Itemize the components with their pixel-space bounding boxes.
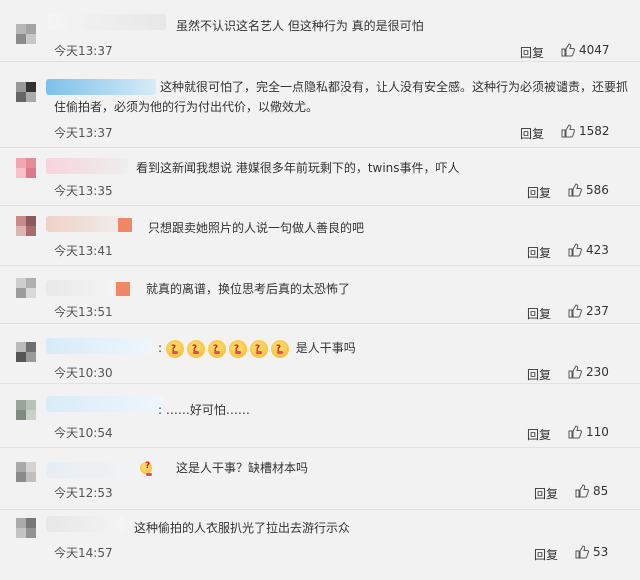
comment-item: 虽然不认识这名艺人 但这种行为 真的是很可怕 今天13:37 回复 4047 xyxy=(0,0,640,62)
avatar[interactable] xyxy=(16,400,36,420)
reply-button[interactable]: 回复 xyxy=(527,305,551,322)
thumbs-up-icon xyxy=(568,183,582,197)
like-count: 110 xyxy=(586,425,609,439)
comment-item: 只想跟卖她照片的人说一句做人善良的吧 今天13:41 回复 423 xyxy=(0,206,640,266)
username[interactable] xyxy=(48,14,166,30)
reply-button[interactable]: 回复 xyxy=(520,44,544,61)
reply-button[interactable]: 回复 xyxy=(527,366,551,383)
comment-list: 虽然不认识这名艺人 但这种行为 真的是很可怕 今天13:37 回复 4047 这… xyxy=(0,0,640,580)
like-button[interactable]: 85 xyxy=(575,484,608,498)
timestamp: 今天13:35 xyxy=(54,184,113,198)
like-button[interactable]: 1582 xyxy=(561,124,610,138)
comment-item: 这种就很可怕了，完全一点隐私都没有，让人没有安全感。这种行为必须被谴责，还要抓 … xyxy=(0,62,640,148)
reply-button[interactable]: 回复 xyxy=(527,184,551,201)
like-button[interactable]: 586 xyxy=(568,183,609,197)
like-button[interactable]: 53 xyxy=(575,545,608,559)
timestamp: 今天13:37 xyxy=(54,44,113,58)
timestamp: 今天12:53 xyxy=(54,486,113,500)
thumbs-up-icon xyxy=(575,484,589,498)
like-count: 85 xyxy=(593,484,609,498)
avatar[interactable] xyxy=(16,82,36,102)
thumbs-up-icon xyxy=(568,365,582,379)
like-count: 423 xyxy=(586,243,609,257)
emoji-icon xyxy=(270,339,289,359)
reply-button[interactable]: 回复 xyxy=(520,125,544,142)
timestamp: 今天13:37 xyxy=(54,126,113,140)
like-count: 1582 xyxy=(579,124,610,138)
timestamp: 今天13:51 xyxy=(54,305,113,319)
emoji-icon xyxy=(165,339,184,359)
username[interactable] xyxy=(46,216,124,232)
like-button[interactable]: 230 xyxy=(568,365,609,379)
comment-text-line-2: 住偷拍者，必须为他的行为付出代价，以儆效尤。 xyxy=(54,100,319,114)
thumbs-up-icon xyxy=(568,243,582,257)
comment-text: 就真的离谱，换位思考后真的太恐怖了 xyxy=(146,282,351,296)
comment-item: : 是人干事吗 今天10:30 回复 230 xyxy=(0,324,640,384)
username[interactable] xyxy=(46,338,152,354)
thumbs-up-icon xyxy=(568,425,582,439)
comment-text: 虽然不认识这名艺人 但这种行为 真的是很可怕 xyxy=(176,19,424,33)
username[interactable] xyxy=(46,280,114,296)
thumbs-up-icon xyxy=(575,545,589,559)
avatar[interactable] xyxy=(16,24,36,44)
comment-item: 看到这新闻我想说 港媒很多年前玩剩下的，twins事件，吓人 今天13:35 回… xyxy=(0,148,640,206)
like-button[interactable]: 423 xyxy=(568,243,609,257)
like-count: 230 xyxy=(586,365,609,379)
avatar[interactable] xyxy=(16,518,36,538)
comment-item: 这是人干事？缺槽材本吗 今天12:53 回复 85 xyxy=(0,448,640,510)
user-badge xyxy=(118,218,132,232)
comment-text-line-1: 这种就很可怕了，完全一点隐私都没有，让人没有安全感。这种行为必须被谴责，还要抓 xyxy=(160,80,629,94)
comment-item: 就真的离谱，换位思考后真的太恐怖了 今天13:51 回复 237 xyxy=(0,266,640,324)
emoji-icon xyxy=(228,339,247,359)
username[interactable] xyxy=(46,158,128,174)
user-badge xyxy=(116,282,130,296)
username[interactable] xyxy=(46,462,142,478)
like-button[interactable]: 237 xyxy=(568,304,609,318)
username[interactable] xyxy=(46,79,156,95)
comment-item: : ……好可怕…… 今天10:54 回复 110 xyxy=(0,384,640,448)
comment-prefix: : xyxy=(158,341,163,355)
timestamp: 今天14:57 xyxy=(54,546,113,560)
emoji-icon xyxy=(207,339,226,359)
timestamp: 今天10:54 xyxy=(54,426,113,440)
like-count: 586 xyxy=(586,183,609,197)
avatar[interactable] xyxy=(16,462,36,482)
reply-button[interactable]: 回复 xyxy=(534,485,558,502)
thumbs-up-icon xyxy=(561,43,575,57)
avatar[interactable] xyxy=(16,158,36,178)
timestamp: 今天10:30 xyxy=(54,366,113,380)
comment-text: : ……好可怕…… xyxy=(158,403,250,417)
username[interactable] xyxy=(46,516,124,532)
avatar[interactable] xyxy=(16,216,36,236)
avatar[interactable] xyxy=(16,342,36,362)
like-count: 237 xyxy=(586,304,609,318)
emoji-icon xyxy=(140,461,152,476)
like-button[interactable]: 110 xyxy=(568,425,609,439)
like-count: 4047 xyxy=(579,43,610,57)
like-count: 53 xyxy=(593,545,609,559)
emoji-icon xyxy=(249,339,268,359)
username[interactable] xyxy=(46,396,164,412)
reply-button[interactable]: 回复 xyxy=(527,426,551,443)
thumbs-up-icon xyxy=(568,304,582,318)
timestamp: 今天13:41 xyxy=(54,244,113,258)
comment-text: 这种偷拍的人衣服扒光了拉出去游行示众 xyxy=(134,521,351,535)
reply-button[interactable]: 回复 xyxy=(527,244,551,261)
reply-button[interactable]: 回复 xyxy=(534,546,558,563)
comment-text: 这是人干事？缺槽材本吗 xyxy=(176,461,309,475)
comment-item: 这种偷拍的人衣服扒光了拉出去游行示众 今天14:57 回复 53 xyxy=(0,510,640,580)
emoji-icon xyxy=(186,339,205,359)
comment-text: : 是人干事吗 xyxy=(158,338,356,359)
thumbs-up-icon xyxy=(561,124,575,138)
comment-body: 是人干事吗 xyxy=(295,341,356,355)
like-button[interactable]: 4047 xyxy=(561,43,610,57)
comment-text: 看到这新闻我想说 港媒很多年前玩剩下的，twins事件，吓人 xyxy=(136,161,460,175)
comment-text: 只想跟卖她照片的人说一句做人善良的吧 xyxy=(148,221,365,235)
avatar[interactable] xyxy=(16,278,36,298)
